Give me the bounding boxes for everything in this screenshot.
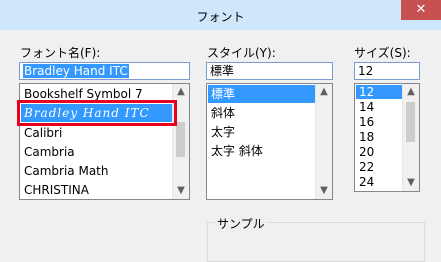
size-list[interactable]: 12 14 16 18 20 22 24 ▲ ▼ [354, 83, 420, 192]
highlight-box [17, 100, 177, 126]
title-bar: フォント ✕ [0, 0, 441, 30]
list-item[interactable]: CHRISTINA [21, 181, 173, 199]
list-item[interactable]: Cambria Math [21, 162, 173, 180]
scroll-down-icon[interactable]: ▼ [403, 175, 419, 191]
style-list[interactable]: 標準 斜体 太字 太字 斜体 ▲ ▼ [206, 83, 333, 200]
close-icon: ✕ [415, 2, 427, 17]
scroll-thumb[interactable] [406, 102, 415, 142]
font-name-input[interactable]: Bradley Hand ITC [19, 62, 190, 80]
style-input[interactable]: 標準 [206, 62, 333, 80]
size-input[interactable]: 12 [354, 62, 420, 80]
size-label: サイズ(S): [354, 46, 411, 60]
scroll-thumb[interactable] [176, 122, 185, 157]
size-value: 12 [358, 64, 374, 78]
list-item[interactable]: 16 [356, 115, 403, 130]
list-item[interactable]: 太字 斜体 [208, 142, 316, 160]
scroll-up-icon[interactable]: ▲ [173, 84, 189, 100]
list-item[interactable]: Calibri [21, 124, 173, 142]
style-value: 標準 [210, 64, 235, 78]
scroll-up-icon[interactable]: ▲ [403, 84, 419, 100]
list-item[interactable]: 22 [356, 160, 403, 175]
list-item[interactable]: 斜体 [208, 104, 316, 122]
list-item[interactable]: 14 [356, 100, 403, 115]
window-title: フォント [196, 10, 245, 24]
list-item[interactable]: 20 [356, 145, 403, 160]
sample-label: サンプル [215, 215, 267, 232]
style-scrollbar[interactable]: ▲ ▼ [315, 84, 332, 199]
list-item-selected[interactable]: 12 [356, 85, 403, 99]
style-label: スタイル(Y): [207, 46, 276, 60]
font-name-value: Bradley Hand ITC [23, 64, 129, 78]
close-button[interactable]: ✕ [401, 0, 441, 20]
list-item[interactable]: 24 [356, 175, 403, 190]
size-scrollbar[interactable]: ▲ ▼ [402, 84, 419, 191]
list-item[interactable]: 太字 [208, 123, 316, 141]
list-item-selected[interactable]: 標準 [208, 85, 316, 103]
font-name-label: フォント名(F): [20, 46, 101, 60]
scroll-down-icon[interactable]: ▼ [173, 183, 189, 199]
scroll-up-icon[interactable]: ▲ [316, 84, 332, 100]
scroll-down-icon[interactable]: ▼ [316, 183, 332, 199]
list-item[interactable]: Cambria [21, 143, 173, 161]
list-item[interactable]: 18 [356, 130, 403, 145]
